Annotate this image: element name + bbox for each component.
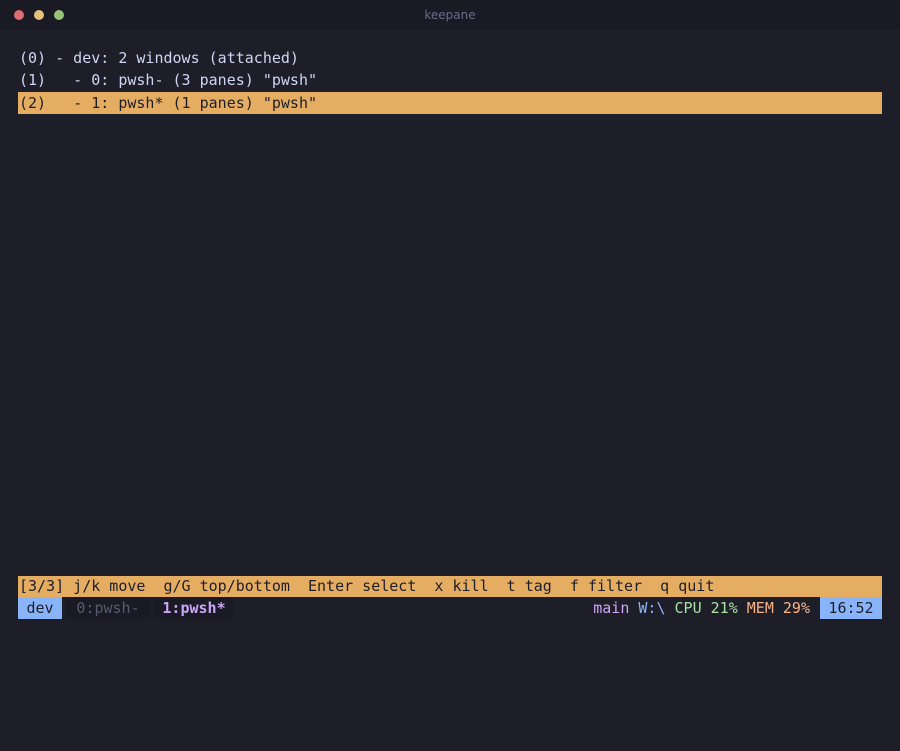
terminal-window: keepane (0) - dev: 2 windows (attached) … [0, 0, 900, 638]
tree-row-window-0[interactable]: (1) - 0: pwsh- (3 panes) "pwsh" [18, 69, 882, 91]
window-title: keepane [424, 8, 476, 22]
tree-row-window-1-selected[interactable]: (2) - 1: pwsh* (1 panes) "pwsh" [18, 92, 882, 114]
memory-usage: MEM 29% [746, 599, 810, 617]
tmux-status-bar: dev 0:pwsh- 1:pwsh* main W:\ CPU 21% MEM… [18, 597, 882, 619]
tree-row-session-dev[interactable]: (0) - dev: 2 windows (attached) [18, 47, 882, 69]
window-tab-0[interactable]: 0:pwsh- [66, 597, 150, 619]
status-right: main W:\ CPU 21% MEM 29% [593, 597, 810, 619]
title-bar: keepane [0, 0, 900, 30]
help-bar: [3/3] j/k move g/G top/bottom Enter sele… [18, 576, 882, 597]
git-branch: main [593, 599, 630, 617]
clock: 16:52 [820, 597, 882, 619]
current-path: W:\ [638, 599, 666, 617]
cpu-usage: CPU 21% [674, 599, 738, 617]
window-tab-1-active[interactable]: 1:pwsh* [154, 597, 234, 619]
session-name: dev [18, 597, 62, 619]
